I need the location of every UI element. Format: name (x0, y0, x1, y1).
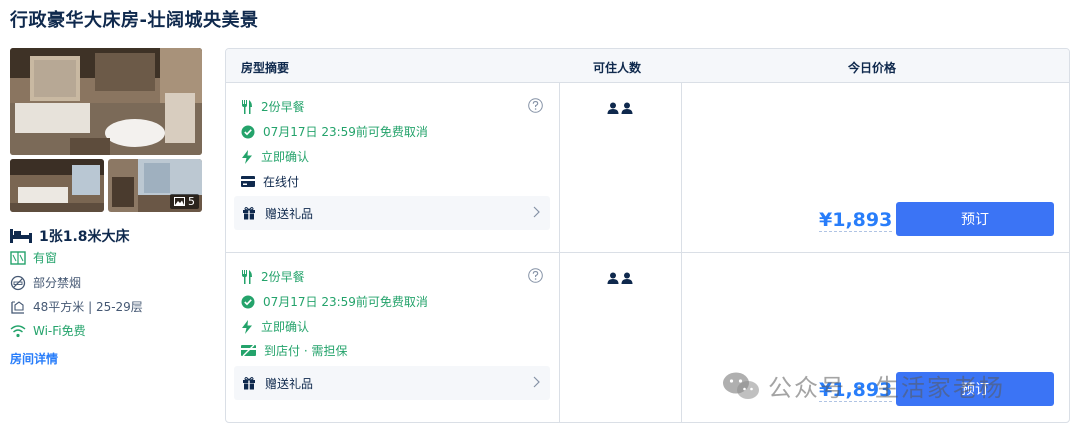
room-photo-thumb-1[interactable] (10, 159, 104, 212)
pay-at-hotel-icon (241, 344, 256, 357)
bed-icon (10, 229, 32, 243)
area-icon (11, 300, 24, 314)
chevron-right-icon (533, 206, 540, 218)
lightning-icon (242, 319, 252, 334)
watermark: 公众号 · 生活家老杨 (722, 368, 1005, 403)
lightning-icon (242, 149, 252, 164)
payment-policy: 到店付 · 需担保 (241, 342, 347, 359)
occupancy-2-guests (607, 272, 633, 284)
bed-label: 1张1.8米大床 (39, 229, 130, 245)
gift-bar[interactable]: 赠送礼品 (234, 366, 550, 400)
feature-window: 有窗 (10, 249, 57, 266)
confirm-label: 立即确认 (261, 320, 310, 334)
image-icon (174, 197, 185, 206)
bed-info: 1张1.8米大床 (10, 226, 130, 246)
feature-smoking-label: 部分禁烟 (33, 276, 82, 290)
rate-row-1: 2份早餐 07月17日 23:59前可免费取消 立即确认 在线付 赠送礼品 ¥1… (226, 83, 1069, 253)
help-icon[interactable] (528, 98, 543, 113)
gift-icon (243, 377, 255, 390)
room-title: 行政豪华大床房-壮阔城央美景 (10, 10, 259, 31)
payment-policy: 在线付 (241, 173, 299, 190)
fork-knife-icon (242, 269, 252, 284)
feature-wifi: Wi-Fi免费 (10, 322, 86, 339)
cancel-label: 07月17日 23:59前可免费取消 (263, 295, 428, 309)
person-icon (607, 102, 619, 114)
photo-count-badge: 5 (170, 194, 199, 209)
wifi-icon (10, 324, 26, 337)
occupancy-2-guests (607, 102, 633, 114)
gift-icon (243, 207, 255, 220)
help-icon[interactable] (528, 268, 543, 283)
header-occupancy: 可住人数 (593, 61, 642, 75)
breakfast-label: 2份早餐 (261, 270, 305, 284)
feature-wifi-label: Wi-Fi免费 (33, 324, 86, 338)
fork-knife-icon (242, 99, 252, 114)
room-photo-main[interactable] (10, 48, 202, 155)
breakfast-label: 2份早餐 (261, 100, 305, 114)
confirm-policy: 立即确认 (241, 318, 309, 335)
person-icon (621, 102, 633, 114)
confirm-label: 立即确认 (261, 150, 310, 164)
gift-bar[interactable]: 赠送礼品 (234, 196, 550, 230)
payment-label: 在线付 (263, 175, 300, 189)
photo-count: 5 (188, 195, 195, 208)
cancel-label: 07月17日 23:59前可免费取消 (263, 125, 428, 139)
room-photo-thumb-2[interactable]: 5 (108, 159, 202, 212)
cancel-policy[interactable]: 07月17日 23:59前可免费取消 (241, 293, 428, 310)
confirm-policy: 立即确认 (241, 148, 309, 165)
payment-label: 到店付 · 需担保 (264, 344, 348, 358)
feature-area-label: 48平方米 | 25-29层 (33, 300, 143, 314)
person-icon (607, 272, 619, 284)
watermark-text: 公众号 · 生活家老杨 (768, 374, 1005, 402)
gift-label: 赠送礼品 (265, 376, 314, 391)
book-button[interactable]: 预订 (896, 202, 1054, 236)
check-circle-icon (241, 295, 255, 308)
rate-table: 房型摘要 可住人数 今日价格 2份早餐 07月17日 23:59前可免费取消 立… (225, 48, 1070, 423)
check-circle-icon (241, 125, 255, 138)
price: ¥1,893 (819, 209, 893, 232)
person-icon (621, 272, 633, 284)
breakfast-policy: 2份早餐 (241, 98, 305, 115)
header-summary: 房型摘要 (241, 61, 290, 75)
breakfast-policy: 2份早餐 (241, 268, 305, 285)
window-icon (10, 250, 26, 265)
gift-label: 赠送礼品 (265, 206, 314, 221)
table-header: 房型摘要 可住人数 今日价格 (226, 49, 1069, 83)
no-smoking-icon (10, 275, 26, 290)
wechat-icon (723, 372, 759, 399)
cancel-policy[interactable]: 07月17日 23:59前可免费取消 (241, 123, 428, 140)
chevron-right-icon (533, 376, 540, 388)
room-details-link[interactable]: 房间详情 (10, 350, 58, 367)
feature-area: 48平方米 | 25-29层 (10, 298, 143, 315)
feature-window-label: 有窗 (33, 251, 58, 265)
feature-smoking: 部分禁烟 (10, 274, 81, 291)
credit-card-icon (241, 176, 255, 187)
header-price: 今日价格 (848, 61, 897, 75)
